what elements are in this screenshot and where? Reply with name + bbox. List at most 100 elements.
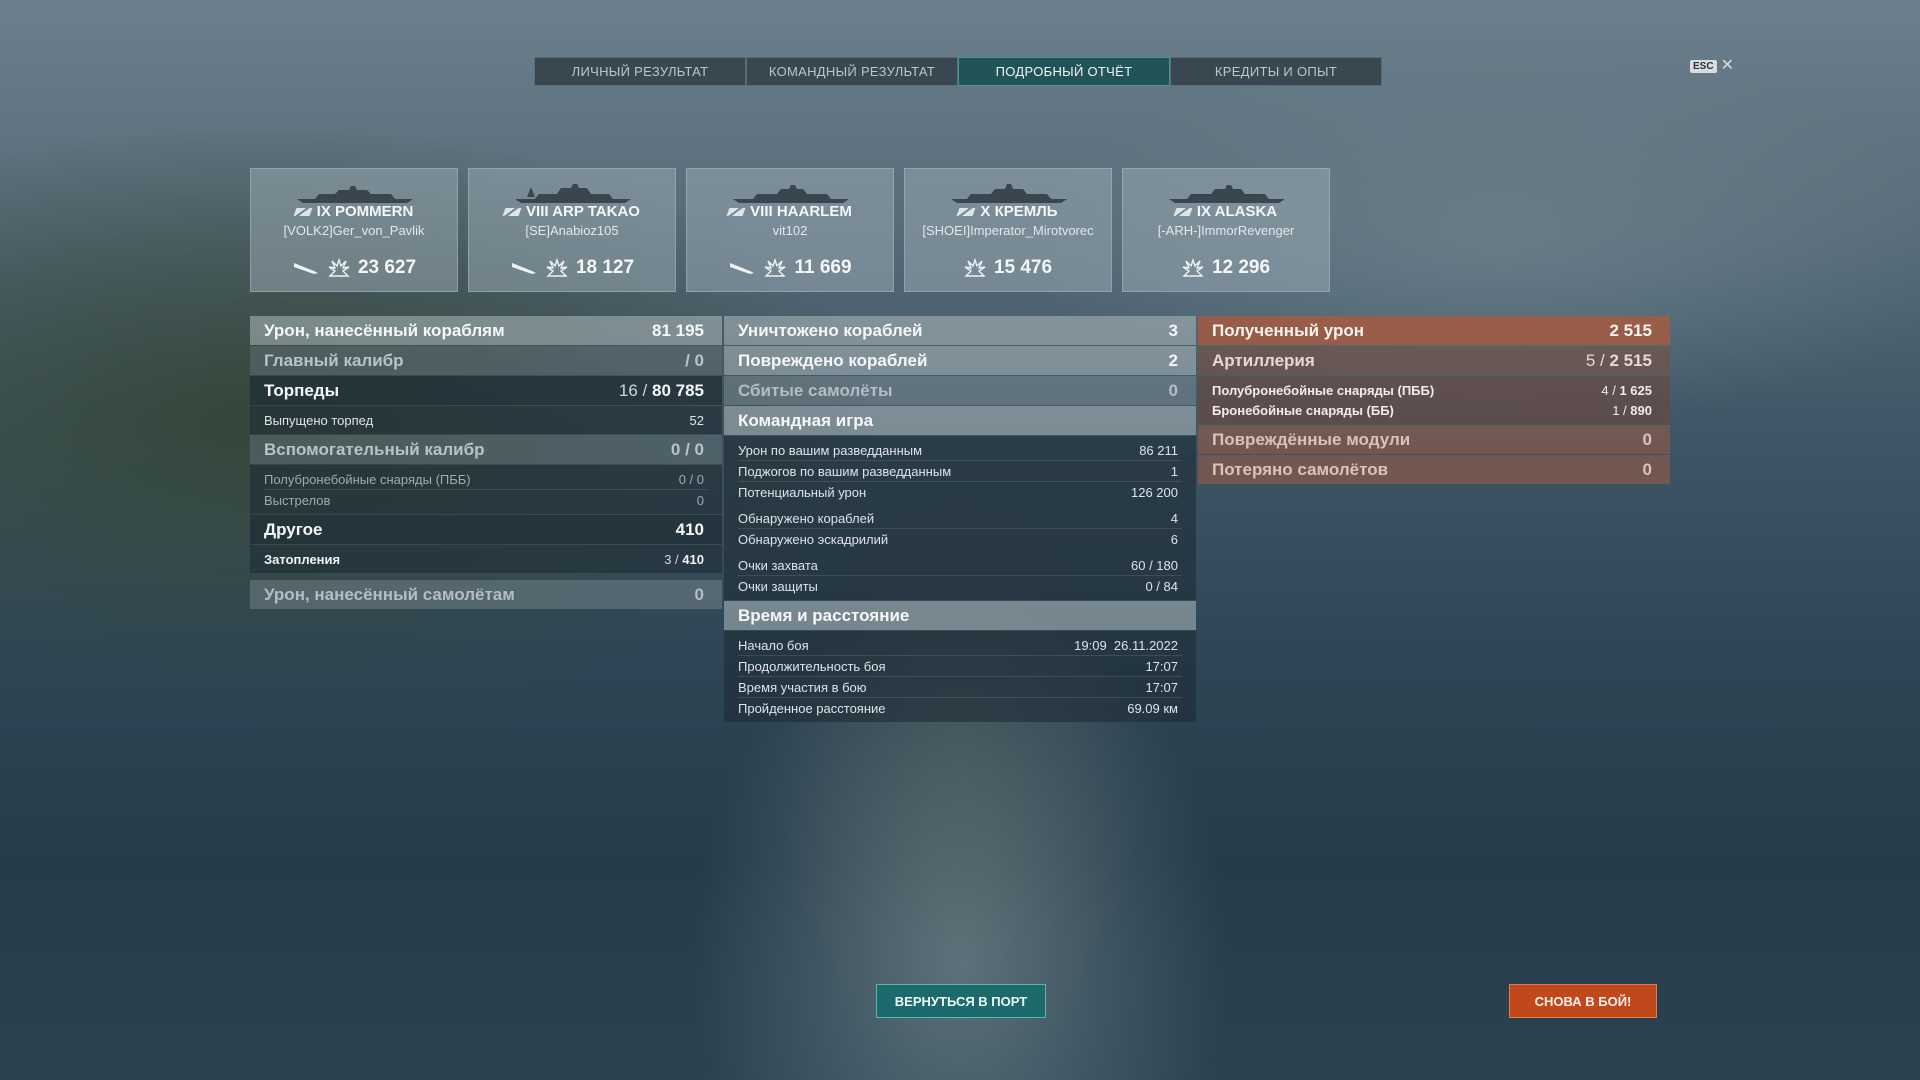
tab-personal-result[interactable]: ЛИЧНЫЙ РЕЗУЛЬТАТ: [534, 57, 746, 86]
ap-shells-label: Бронебойные снаряды (ББ): [1212, 402, 1394, 418]
ship-damage-value: 23 627: [357, 257, 417, 278]
ap-shells-damage: 890: [1630, 402, 1652, 418]
damage-icon: [764, 258, 787, 277]
ship-stats: 15 476: [905, 257, 1111, 279]
tab-detailed-report[interactable]: ПОДРОБНЫЙ ОТЧЁТ: [958, 57, 1170, 86]
cruiser-class-icon: [502, 207, 522, 216]
planes-shot-value: 0: [1168, 380, 1178, 400]
ship-name: IX POMMERN: [251, 203, 457, 220]
tab-team-result[interactable]: КОМАНДНЫЙ РЕЗУЛЬТАТ: [746, 57, 958, 86]
modules-value: 0: [1642, 429, 1652, 449]
spotting-damage-row: Урон по вашим разведданным 86 211: [724, 440, 1196, 460]
ship-damage-value: 12 296: [1211, 257, 1271, 278]
destroyed-value: 3: [1168, 320, 1178, 340]
ship-card[interactable]: VIII ARP TAKAO [SE]Anabioz105 18 127: [468, 168, 676, 292]
ships-spotted-value: 4: [1170, 510, 1178, 526]
ship-card[interactable]: VIII HAARLEM vit102 11 669: [686, 168, 894, 292]
defense-points-label: Очки защиты: [738, 578, 818, 594]
he-shells-label: Полубронебойные снаряды (ПББ): [1212, 382, 1435, 398]
ship-name: VIII ARP TAKAO: [469, 203, 675, 220]
return-to-port-button[interactable]: ВЕРНУТЬСЯ В ПОРТ: [876, 984, 1046, 1018]
torpedoes-fired-row: Выпущено торпед 52: [250, 410, 722, 430]
battle-start-label: Начало боя: [738, 637, 809, 653]
capture-points-row: Очки захвата 60 / 180: [724, 555, 1196, 575]
defense-points-value: 0 / 84: [1145, 578, 1178, 594]
defense-points-row: Очки защиты 0 / 84: [724, 576, 1196, 596]
battle-again-button[interactable]: СНОВА В БОЙ!: [1509, 984, 1657, 1018]
ship-damage-value: 15 476: [993, 257, 1053, 278]
damage-icon: [964, 258, 986, 277]
secondary-he-label: Полубронебойные снаряды (ПББ): [264, 471, 471, 487]
distance-row: Пройденное расстояние 69.09 км: [724, 698, 1196, 718]
main-caliber-label: Главный калибр: [264, 350, 404, 370]
ship-stats: 11 669: [687, 257, 893, 279]
ship-name: IX ALASKA: [1123, 203, 1329, 220]
artillery-label: Артиллерия: [1212, 350, 1315, 370]
ship-silhouette-icon: [297, 186, 413, 203]
artillery-details: Полубронебойные снаряды (ПББ) 4 / 1 625 …: [1198, 376, 1670, 424]
player-name: [SE]Anabioz105: [525, 223, 619, 238]
battle-duration-value: 17:07: [1145, 658, 1178, 674]
secondary-shots-label: Выстрелов: [264, 492, 331, 508]
planes-lost-value: 0: [1642, 459, 1652, 479]
tab-credits-xp[interactable]: КРЕДИТЫ И ОПЫТ: [1170, 57, 1382, 86]
teamplay-header: Командная игра: [724, 406, 1196, 435]
ap-shells-hits: 1 /: [1612, 402, 1627, 418]
player-name: [SHOEI]Imperator_Mirotvorec: [922, 223, 1094, 238]
plane-damage-value: 0: [694, 584, 704, 604]
flooding-row: Затопления 3 / 410: [250, 549, 722, 569]
potential-damage-value: 126 200: [1131, 484, 1178, 500]
received-damage-label: Полученный урон: [1212, 320, 1365, 340]
battle-stats-panel: Уничтожено кораблей 3 Повреждено корабле…: [724, 316, 1196, 723]
modules-label: Повреждённые модули: [1212, 429, 1411, 449]
planes-lost-label: Потеряно самолётов: [1212, 459, 1389, 479]
artillery-value: 5 / 2 515: [1586, 351, 1652, 371]
torpedoes-value: 16 / 80 785: [619, 381, 704, 401]
time-distance-label: Время и расстояние: [738, 605, 910, 625]
torpedoes-header: Торпеды 16 / 80 785: [250, 376, 722, 405]
ship-name: X КРЕМЛЬ: [905, 203, 1111, 220]
torpedo-icon: [511, 263, 536, 274]
secondary-he-row: Полубронебойные снаряды (ПББ) 0 / 0: [250, 469, 722, 489]
damaged-header: Повреждено кораблей 2: [724, 346, 1196, 375]
spotting-fires-value: 1: [1170, 463, 1178, 479]
torpedoes-details: Выпущено торпед 52: [250, 406, 722, 434]
time-distance-details: Начало боя 19:09 26.11.2022 Продолжитель…: [724, 631, 1196, 722]
time-in-battle-label: Время участия в бою: [738, 679, 867, 695]
ship-stats: 12 296: [1123, 257, 1329, 279]
time-in-battle-value: 17:07: [1145, 679, 1178, 695]
secondary-details: Полубронебойные снаряды (ПББ) 0 / 0 Выст…: [250, 465, 722, 514]
he-shells-row: Полубронебойные снаряды (ПББ) 4 / 1 625: [1198, 380, 1670, 400]
ship-card[interactable]: IX POMMERN [VOLK2]Ger_von_Pavlik 23 627: [250, 168, 458, 292]
player-name: [-ARH-]ImmorRevenger: [1157, 223, 1295, 238]
ship-silhouette-icon: [1169, 185, 1285, 203]
player-name: [VOLK2]Ger_von_Pavlik: [283, 223, 425, 238]
potential-damage-row: Потенциальный урон 126 200: [724, 482, 1196, 502]
damaged-value: 2: [1168, 350, 1178, 370]
destroyed-label: Уничтожено кораблей: [738, 320, 923, 340]
ships-spotted-label: Обнаружено кораблей: [738, 510, 875, 526]
ship-damage-label: Урон, нанесённый кораблям: [264, 320, 505, 340]
main-caliber-value: / 0: [685, 350, 704, 370]
torpedoes-label: Торпеды: [264, 380, 340, 400]
time-distance-header: Время и расстояние: [724, 601, 1196, 630]
he-shells-value: 4 / 1 625: [1601, 383, 1652, 398]
plane-damage-label: Урон, нанесённый самолётам: [264, 584, 515, 604]
received-damage-header: Полученный урон 2 515: [1198, 316, 1670, 345]
ship-damage-header: Урон, нанесённый кораблям 81 195: [250, 316, 722, 345]
distance-value: 69.09 км: [1127, 700, 1178, 716]
secondary-label: Вспомогательный калибр: [264, 439, 485, 459]
close-button[interactable]: ESC ✕: [1690, 58, 1734, 74]
ship-card[interactable]: IX ALASKA [-ARH-]ImmorRevenger 12 296: [1122, 168, 1330, 292]
torpedo-icon: [730, 263, 755, 274]
ship-silhouette-icon: [951, 184, 1067, 203]
ship-name: VIII HAARLEM: [687, 203, 893, 220]
ship-card[interactable]: X КРЕМЛЬ [SHOEI]Imperator_Mirotvorec 15 …: [904, 168, 1112, 292]
spotting-fires-label: Поджогов по вашим разведданным: [738, 463, 952, 479]
other-details: Затопления 3 / 410: [250, 545, 722, 573]
secondary-value: 0 / 0: [670, 439, 704, 459]
secondary-shots-row: Выстрелов 0: [250, 490, 722, 510]
damaged-label: Повреждено кораблей: [738, 350, 928, 370]
capture-points-label: Очки захвата: [738, 557, 818, 573]
ship-damage-value: 18 127: [575, 257, 635, 278]
